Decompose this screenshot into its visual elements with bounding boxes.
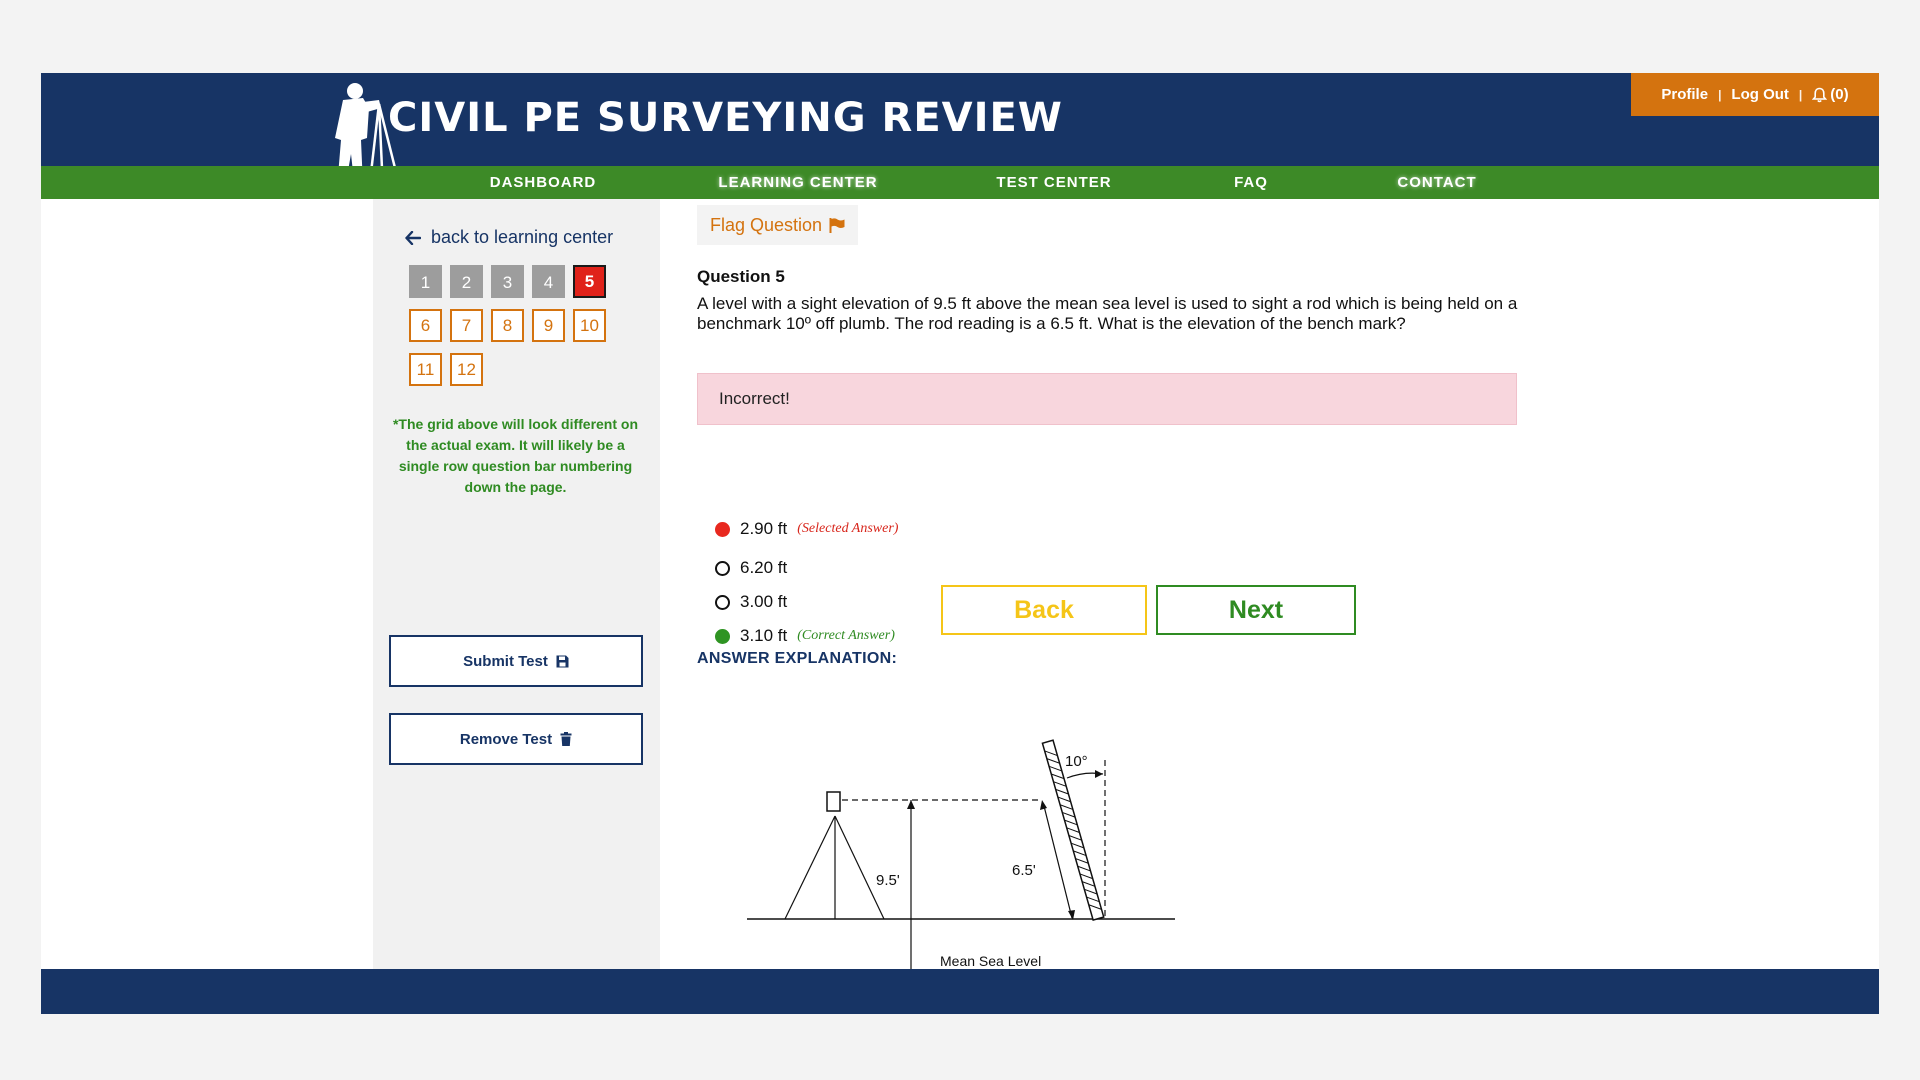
nav-contact[interactable]: CONTACT — [1397, 166, 1476, 199]
question-number-4[interactable]: 4 — [532, 265, 565, 298]
bell-icon — [1812, 87, 1828, 102]
question-title: Question 5 — [697, 267, 785, 286]
arrow-head — [907, 800, 915, 809]
site-title: CIVIL PE SURVEYING REVIEW — [388, 95, 1063, 141]
next-button[interactable]: Next — [1156, 585, 1356, 635]
answer-option[interactable]: 3.00 ft — [715, 590, 787, 614]
site-footer — [41, 969, 1879, 1014]
separator: | — [1798, 87, 1803, 102]
flag-question-button[interactable]: Flag Question — [697, 205, 859, 245]
test-sidebar: back to learning center 1 2 3 4 5 6 7 8 9 10 11 12 … — [373, 199, 660, 969]
question-number-12[interactable]: 12 — [450, 353, 483, 386]
arrow-head — [1040, 800, 1047, 810]
save-icon — [556, 655, 569, 667]
question-number-5[interactable]: 5 — [573, 265, 606, 298]
question-number-2[interactable]: 2 — [450, 265, 483, 298]
flag-question-label: Flag Question — [710, 214, 823, 235]
main-nav: DASHBOARD LEARNING CENTER TEST CENTER FA… — [41, 166, 1879, 199]
answer-label: 3.00 ft — [740, 592, 788, 611]
submit-test-button[interactable]: Submit Test — [389, 635, 643, 687]
arrow-head — [1095, 770, 1103, 778]
site-header: CIVIL PE SURVEYING REVIEW Profile | Log … — [41, 73, 1879, 191]
question-text: A level with a sight elevation of 9.5 ft… — [697, 294, 1518, 333]
question-number-3[interactable]: 3 — [491, 265, 524, 298]
radio-empty-icon — [715, 594, 730, 610]
result-banner: Incorrect! — [697, 373, 1517, 425]
answer-option[interactable]: 3.10 ft (Correct Answer) — [715, 624, 895, 648]
radio-correct-icon — [715, 628, 730, 644]
selected-answer-tag: (Selected Answer) — [797, 521, 899, 536]
question-number-8[interactable]: 8 — [491, 309, 524, 342]
level-instrument — [826, 791, 841, 812]
radio-selected-icon — [715, 521, 730, 537]
answer-label: 2.90 ft — [740, 519, 788, 538]
answer-explanation-title: ANSWER EXPLANATION: — [697, 650, 898, 667]
question-number-10[interactable]: 10 — [573, 309, 606, 342]
explanation-diagram: 10° 9.5' 6.5' Mean Sea Level — [747, 739, 1175, 971]
tripod-leg — [784, 815, 836, 920]
profile-link[interactable]: Profile — [1661, 86, 1708, 103]
answer-option[interactable]: 6.20 ft — [715, 556, 787, 580]
back-to-learning-center-link[interactable]: back to learning center — [405, 227, 613, 248]
back-button[interactable]: Back — [941, 585, 1147, 635]
app-window: CIVIL PE SURVEYING REVIEW Profile | Log … — [41, 73, 1879, 1014]
nav-dashboard[interactable]: DASHBOARD — [490, 166, 597, 199]
tripod-leg — [834, 815, 885, 920]
correct-answer-tag: (Correct Answer) — [797, 628, 895, 643]
trash-icon — [560, 732, 572, 746]
answer-label: 3.10 ft — [740, 626, 788, 645]
nav-faq[interactable]: FAQ — [1234, 166, 1268, 199]
separator: | — [1718, 87, 1722, 102]
height-label: 9.5' — [876, 872, 900, 889]
question-number-7[interactable]: 7 — [450, 309, 483, 342]
question-number-6[interactable]: 6 — [409, 309, 442, 342]
nav-learning-center[interactable]: LEARNING CENTER — [718, 166, 877, 199]
question-number-11[interactable]: 11 — [409, 353, 442, 386]
back-link-label: back to learning center — [431, 227, 614, 247]
radio-empty-icon — [715, 560, 730, 576]
remove-test-label: Remove Test — [459, 730, 553, 748]
logout-link[interactable]: Log Out — [1731, 86, 1788, 103]
submit-test-label: Submit Test — [463, 652, 548, 670]
question-number-1[interactable]: 1 — [409, 265, 442, 298]
answer-option[interactable]: 2.90 ft (Selected Answer) — [715, 517, 898, 541]
notification-count: (0) — [1830, 86, 1849, 103]
rod-reading-label: 6.5' — [1012, 862, 1036, 879]
notifications-button[interactable]: (0) — [1812, 86, 1849, 103]
remove-test-button[interactable]: Remove Test — [389, 713, 643, 765]
nav-test-center[interactable]: TEST CENTER — [996, 166, 1111, 199]
angle-label: 10° — [1065, 753, 1088, 770]
grid-note: *The grid above will look different on t… — [392, 416, 639, 495]
account-bar: Profile | Log Out | (0) — [1631, 73, 1879, 116]
question-number-9[interactable]: 9 — [532, 309, 565, 342]
arrow-left-icon — [405, 230, 421, 245]
datum-label: Mean Sea Level — [940, 953, 1041, 969]
answer-label: 6.20 ft — [740, 558, 788, 577]
question-panel: Flag Question Question 5 A level with a … — [697, 199, 1527, 971]
flag-icon — [829, 217, 845, 233]
